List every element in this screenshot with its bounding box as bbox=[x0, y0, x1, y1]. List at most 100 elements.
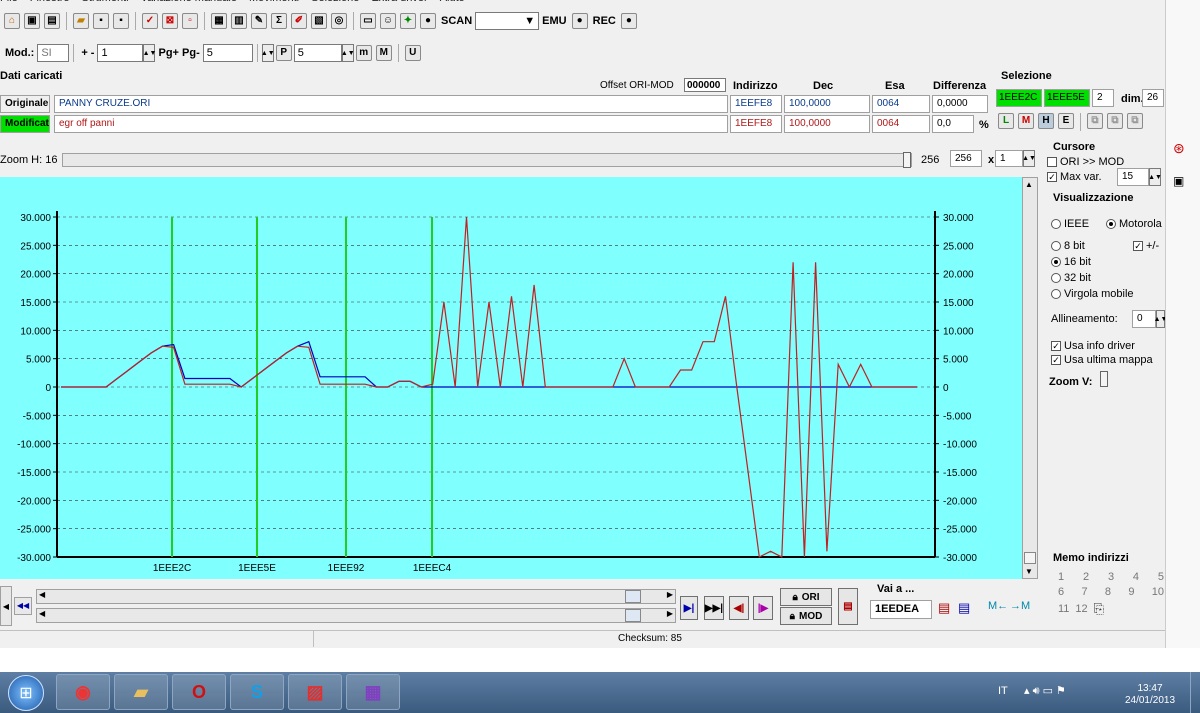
memo-slot[interactable]: 6 bbox=[1058, 586, 1064, 598]
memo-slot[interactable]: 5 bbox=[1158, 571, 1164, 583]
calc-icon[interactable]: ▦ bbox=[211, 13, 227, 29]
minimize-map-icon[interactable]: m bbox=[355, 45, 372, 61]
originale-dec[interactable]: 100,0000 bbox=[784, 95, 870, 113]
menu-item[interactable]: Variazione manuale bbox=[141, 0, 237, 4]
check-icon[interactable]: ✓ bbox=[142, 13, 158, 29]
menu-item[interactable]: Selezione bbox=[311, 0, 359, 4]
16bit-radio[interactable]: 16 bit bbox=[1051, 256, 1091, 268]
percent-toggle[interactable]: % bbox=[979, 119, 989, 131]
max-var-spinner[interactable]: ▲▼ bbox=[1148, 168, 1162, 186]
selection-start[interactable]: 1EEE2C bbox=[996, 89, 1042, 107]
copy-ori-icon[interactable]: ⧉ bbox=[1087, 113, 1103, 129]
panel-icon[interactable]: ▤ bbox=[44, 13, 60, 29]
max-var-field[interactable]: 15 bbox=[1117, 168, 1149, 186]
mod-button[interactable]: 🔒︎ MOD bbox=[780, 607, 832, 625]
modificato-differenza[interactable]: 0,0 bbox=[932, 115, 974, 133]
32bit-radio[interactable]: 32 bit bbox=[1051, 272, 1091, 284]
info-driver-check-box[interactable]: ✓ bbox=[1051, 341, 1061, 352]
zoom-h-field[interactable]: 256 bbox=[950, 150, 982, 167]
menu-item[interactable]: Movimenti bbox=[249, 0, 299, 4]
menu-item[interactable]: Strumenti bbox=[81, 0, 128, 4]
info-driver-checkbox[interactable]: ✓ Usa info driver bbox=[1051, 340, 1135, 352]
menu-item[interactable]: Finestre bbox=[30, 0, 70, 4]
people-icon[interactable]: ☺ bbox=[380, 13, 396, 29]
winrar-taskbar-icon[interactable]: ▦ bbox=[346, 674, 400, 710]
marker-left-icon[interactable]: M← bbox=[988, 600, 1008, 612]
marker-right-icon[interactable]: →M bbox=[1010, 600, 1030, 612]
explorer-taskbar-icon[interactable]: ▰ bbox=[114, 674, 168, 710]
home-icon[interactable]: ⌂ bbox=[4, 13, 20, 29]
mod-scroll-thumb[interactable] bbox=[625, 609, 641, 622]
memo-slot[interactable]: 2 bbox=[1083, 571, 1089, 583]
memo-slot[interactable]: 12 bbox=[1075, 603, 1087, 615]
clear-icon[interactable]: ▫ bbox=[182, 13, 198, 29]
allineamento-field[interactable]: 0 bbox=[1132, 310, 1156, 328]
pg-field[interactable]: 5 bbox=[202, 44, 253, 62]
modificato-address[interactable]: 1EEFE8 bbox=[730, 115, 782, 133]
32bit-radio-button[interactable] bbox=[1051, 273, 1061, 284]
p-spinner[interactable]: ▲▼ bbox=[261, 44, 275, 62]
clock[interactable]: 13:47 24/01/2013 bbox=[1124, 683, 1176, 707]
zoom-v-slider-thumb[interactable] bbox=[1100, 371, 1108, 387]
runner-icon[interactable]: ✦ bbox=[400, 13, 416, 29]
max-var-check-box[interactable]: ✓ bbox=[1047, 172, 1057, 183]
p-field[interactable]: 5 bbox=[293, 44, 342, 62]
left-nav-arrow-icon[interactable]: ◀ bbox=[0, 586, 12, 626]
ultima-mappa-checkbox[interactable]: ✓ Usa ultima mappa bbox=[1051, 354, 1153, 366]
memo-slot[interactable]: 10 bbox=[1152, 586, 1164, 598]
plusminus-field[interactable]: 1 bbox=[97, 44, 144, 62]
zoom-factor-spinner[interactable]: ▲▼ bbox=[1022, 150, 1036, 167]
copy-mod-icon[interactable]: ⧉ bbox=[1107, 113, 1123, 129]
binoculars-icon[interactable]: ◎ bbox=[331, 13, 347, 29]
copy-diff-icon[interactable]: ⧉ bbox=[1127, 113, 1143, 129]
goto-mod-icon[interactable]: ▤ bbox=[958, 600, 970, 616]
modificato-esa[interactable]: 0064 bbox=[872, 115, 930, 133]
mod-field[interactable]: SI bbox=[37, 44, 70, 62]
memo-slot[interactable]: 11 bbox=[1058, 603, 1069, 615]
16bit-radio-button[interactable] bbox=[1051, 257, 1061, 268]
goto-ori-icon[interactable]: ▤ bbox=[938, 600, 950, 616]
start-button-icon[interactable]: ⊞ bbox=[8, 675, 44, 711]
8bit-radio[interactable]: 8 bit bbox=[1051, 240, 1085, 252]
compare-icon[interactable]: ⊠ bbox=[162, 13, 178, 29]
grid-select-icon[interactable]: H bbox=[1038, 113, 1054, 129]
scroll-up-arrow-icon[interactable]: ▲ bbox=[1025, 180, 1033, 189]
next-icon[interactable]: ▶| bbox=[680, 596, 698, 620]
memo-slot[interactable]: 7 bbox=[1081, 586, 1087, 598]
opera-taskbar-icon[interactable]: O bbox=[172, 674, 226, 710]
tray-icons[interactable]: ▴ 🔊︎ ▭ ⚑ bbox=[1024, 684, 1066, 698]
unit-icon[interactable]: U bbox=[404, 45, 421, 61]
app-taskbar-icon[interactable]: ▨ bbox=[288, 674, 342, 710]
terminal-icon[interactable]: ▭ bbox=[360, 13, 376, 29]
allineamento-spinner[interactable]: ▲▼ bbox=[1154, 310, 1165, 328]
open-folder-icon[interactable]: ▰ bbox=[73, 13, 89, 29]
ori-scroll-thumb[interactable] bbox=[625, 590, 641, 603]
memo-slot[interactable]: 1 bbox=[1058, 571, 1064, 583]
vai-a-field[interactable]: 1EEDEA bbox=[870, 600, 932, 619]
chrome-taskbar-icon[interactable]: ◉ bbox=[56, 674, 110, 710]
prev-diff-icon[interactable]: ◀| bbox=[729, 596, 749, 620]
rec-button-icon[interactable]: ● bbox=[620, 13, 637, 29]
graph-icon[interactable]: ▧ bbox=[311, 13, 327, 29]
maximize-map-icon[interactable]: M bbox=[375, 45, 392, 61]
last-icon[interactable]: ▶▶| bbox=[704, 596, 724, 620]
ori-horizontal-scrollbar[interactable]: ◀ ▶ bbox=[36, 589, 676, 604]
ori-mod-check-box[interactable] bbox=[1047, 157, 1057, 168]
menu-item[interactable]: Aiuto bbox=[440, 0, 465, 4]
ori-button[interactable]: 🔒︎ ORI bbox=[780, 588, 832, 606]
align-left-icon[interactable]: L bbox=[998, 113, 1014, 129]
sign-checkbox[interactable]: ✓ +/- bbox=[1133, 240, 1164, 252]
language-indicator[interactable]: IT bbox=[998, 685, 1008, 697]
memo-slot[interactable]: 9 bbox=[1128, 586, 1134, 598]
float-radio-button[interactable] bbox=[1051, 289, 1061, 300]
motorola-radio[interactable]: Motorola bbox=[1106, 218, 1164, 230]
scan-dropdown[interactable]: ▼ bbox=[475, 12, 540, 30]
zoom-factor-field[interactable]: 1 bbox=[995, 150, 1023, 167]
mod-horizontal-scrollbar[interactable]: ◀ ▶ bbox=[36, 608, 676, 623]
modificato-dec[interactable]: 100,0000 bbox=[784, 115, 870, 133]
show-desktop-button[interactable] bbox=[1190, 672, 1200, 713]
float-radio[interactable]: Virgola mobile bbox=[1051, 288, 1134, 300]
scroll-down-arrow-icon[interactable]: ▼ bbox=[1025, 567, 1033, 576]
8bit-radio-button[interactable] bbox=[1051, 241, 1061, 252]
menu-item[interactable]: File bbox=[0, 0, 18, 4]
